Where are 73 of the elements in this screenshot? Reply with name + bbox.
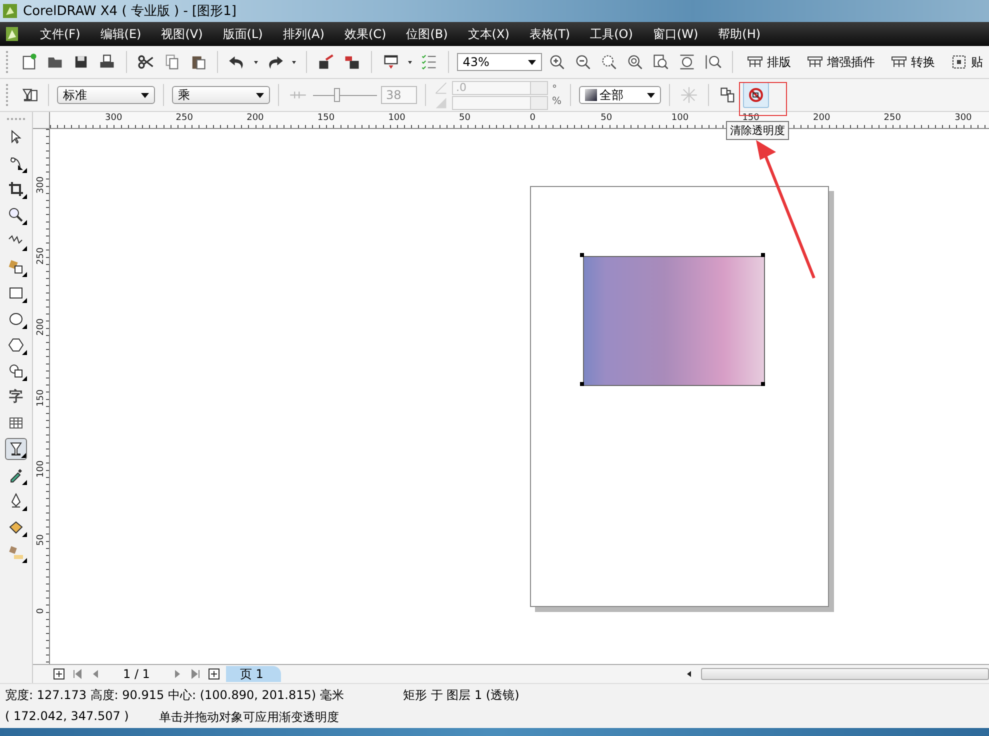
edge-pad-icon bbox=[434, 96, 448, 110]
zoom-level-dropdown[interactable]: 43% bbox=[456, 53, 542, 71]
ruler-label: 150 bbox=[317, 113, 335, 123]
menu-item[interactable]: 编辑(E) bbox=[90, 26, 152, 42]
toolbar-button[interactable]: 增强插件 bbox=[801, 50, 882, 74]
ruler-label: 200 bbox=[246, 113, 264, 123]
menu-item[interactable]: 排列(A) bbox=[272, 26, 334, 42]
toolbar-button[interactable]: 转换 bbox=[885, 50, 942, 74]
ruler-label: 250 bbox=[884, 113, 901, 123]
selection-handle[interactable] bbox=[761, 382, 765, 386]
document-icon bbox=[6, 27, 18, 41]
ruler-label: 100 bbox=[671, 113, 689, 123]
gradient-rectangle[interactable] bbox=[583, 256, 765, 386]
ruler-label: 300 bbox=[954, 113, 972, 123]
toolbar-button[interactable]: 贴 bbox=[945, 50, 989, 74]
transparency-type-dropdown[interactable]: 标准 bbox=[57, 86, 155, 104]
selection-handle[interactable] bbox=[761, 253, 765, 257]
percent-unit: % bbox=[552, 96, 562, 106]
object-layer-info: 矩形 于 图层 1 (透镜) bbox=[403, 686, 520, 704]
clear-transparency-button[interactable] bbox=[742, 82, 769, 108]
ruler-label: 200 bbox=[36, 317, 46, 338]
menu-item[interactable]: 视图(V) bbox=[151, 26, 213, 42]
last-page-icon[interactable] bbox=[190, 668, 202, 680]
menu-item[interactable]: 位图(B) bbox=[396, 26, 458, 42]
toolbar-button[interactable]: 排版 bbox=[741, 50, 798, 74]
angle-icon bbox=[434, 80, 448, 94]
ruler-label: 0 bbox=[36, 607, 46, 616]
ruler-label: 150 bbox=[36, 388, 46, 409]
object-size-info: 宽度: 127.173 高度: 90.915 中心: (100.890, 201.815) 毫米 bbox=[5, 686, 345, 704]
menu-item[interactable]: 工具(O) bbox=[580, 26, 643, 42]
ruler-label: 50 bbox=[600, 113, 612, 123]
layout-grid-icon bbox=[807, 54, 824, 70]
add-page-icon[interactable] bbox=[208, 668, 220, 680]
layout-grid-icon bbox=[747, 54, 764, 70]
window-title: CorelDRAW X4 ( 专业版 ) - [图形1] bbox=[23, 3, 236, 20]
ruler-label: 250 bbox=[176, 113, 193, 123]
menu-item[interactable]: 版面(L) bbox=[212, 26, 273, 42]
tooltip: 清除透明度 bbox=[726, 121, 789, 140]
menu-item[interactable]: 文件(F) bbox=[30, 26, 90, 42]
first-page-icon[interactable] bbox=[71, 668, 83, 680]
snap-frame-icon bbox=[951, 54, 968, 70]
add-page-icon[interactable] bbox=[53, 668, 65, 680]
tool-hint: 单击并拖动对象可应用渐变透明度 bbox=[158, 708, 339, 726]
transparency-tool-icon[interactable] bbox=[5, 438, 27, 460]
ruler-label: 300 bbox=[36, 175, 46, 196]
menu-item[interactable]: 帮助(H) bbox=[708, 26, 771, 42]
page-counter: 1 / 1 bbox=[122, 667, 151, 681]
selection-handle[interactable] bbox=[580, 253, 584, 257]
ruler-label: 50 bbox=[459, 113, 470, 123]
ruler-label: 200 bbox=[813, 113, 830, 123]
app-logo-icon bbox=[3, 4, 17, 18]
menu-item[interactable]: 表格(T) bbox=[519, 26, 580, 42]
gradient-swatch-icon bbox=[584, 89, 597, 101]
ruler-label: 50 bbox=[36, 533, 46, 548]
layout-grid-icon bbox=[891, 54, 908, 70]
page-tab[interactable]: 页 1 bbox=[226, 666, 282, 682]
selection-handle[interactable] bbox=[580, 382, 584, 386]
menu-item[interactable]: 窗口(W) bbox=[642, 26, 708, 42]
transparency-target-dropdown[interactable]: 全部 bbox=[578, 86, 661, 104]
text-tool[interactable]: 字 bbox=[5, 386, 27, 408]
ruler-label: 300 bbox=[105, 113, 122, 123]
degree-unit: ° bbox=[552, 84, 558, 94]
menu-item[interactable]: 文本(X) bbox=[458, 26, 520, 42]
transparency-slider[interactable] bbox=[313, 86, 377, 104]
ruler-label: 100 bbox=[36, 459, 46, 480]
ruler-label: 100 bbox=[388, 113, 406, 123]
slider-thumb[interactable] bbox=[334, 88, 340, 102]
ruler-label: 0 bbox=[530, 113, 536, 123]
no-symbol-icon bbox=[748, 87, 764, 103]
cursor-position: ( 172.042, 347.507 ) bbox=[5, 708, 129, 724]
menu-item[interactable]: 效果(C) bbox=[334, 26, 396, 42]
ruler-label: 250 bbox=[36, 246, 46, 267]
merge-operation-dropdown[interactable]: 乘 bbox=[172, 86, 270, 104]
